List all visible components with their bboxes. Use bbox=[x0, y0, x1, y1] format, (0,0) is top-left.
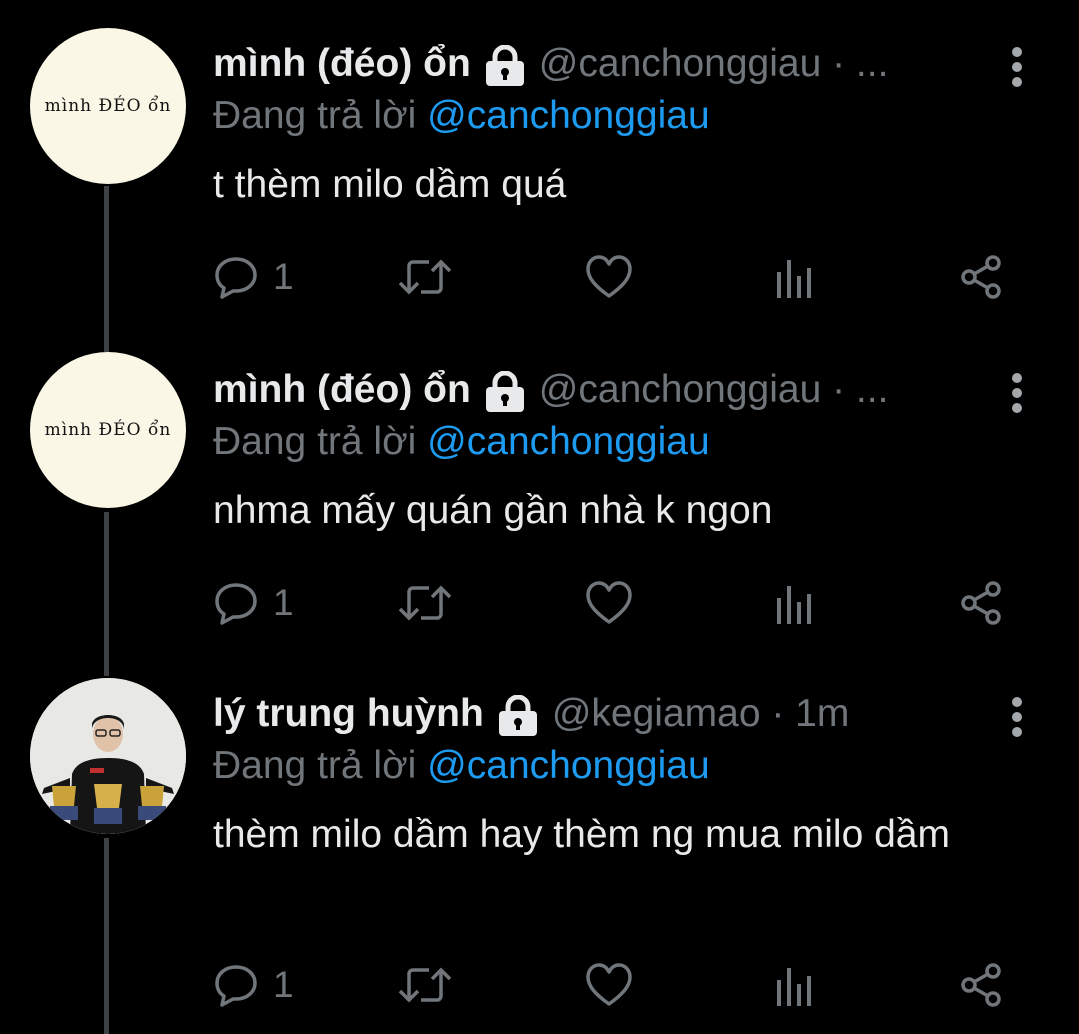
retweet-icon bbox=[398, 967, 452, 1003]
views-button[interactable] bbox=[775, 578, 815, 628]
replying-to: Đang trả lời @canchonggiau bbox=[213, 744, 710, 788]
tweet-text: thèm milo dầm hay thèm ng mua milo dầm bbox=[213, 813, 950, 856]
retweet-button[interactable] bbox=[397, 252, 453, 302]
mention-link[interactable]: @canchonggiau bbox=[427, 420, 709, 463]
action-bar: 1 bbox=[213, 252, 1033, 302]
tweet[interactable]: lý trung huỳnh @kegiamao · 1m Đang trả l… bbox=[0, 678, 1079, 1034]
share-icon bbox=[961, 963, 1001, 1007]
share-icon bbox=[961, 581, 1001, 625]
views-button[interactable] bbox=[775, 960, 815, 1010]
lock-icon bbox=[483, 44, 527, 87]
share-button[interactable] bbox=[959, 578, 1005, 628]
mention-link[interactable]: @canchonggiau bbox=[427, 94, 709, 137]
display-name[interactable]: lý trung huỳnh bbox=[213, 692, 484, 736]
reply-button[interactable]: 1 bbox=[213, 252, 294, 302]
avatar[interactable] bbox=[30, 678, 186, 834]
share-icon bbox=[961, 255, 1001, 299]
tweet-header: mình (đéo) ổn @canchonggiau · ... bbox=[213, 36, 888, 92]
share-button[interactable] bbox=[959, 960, 1005, 1010]
reply-count: 1 bbox=[273, 582, 294, 623]
like-button[interactable] bbox=[585, 960, 633, 1010]
reply-icon bbox=[215, 257, 257, 299]
like-button[interactable] bbox=[585, 252, 633, 302]
more-vertical-icon[interactable] bbox=[1002, 44, 1032, 94]
reply-icon bbox=[215, 583, 257, 625]
action-bar: 1 bbox=[213, 578, 1033, 628]
replying-to-label: Đang trả lời bbox=[213, 94, 417, 137]
display-name[interactable]: mình (đéo) ổn bbox=[213, 42, 471, 86]
heart-icon bbox=[586, 581, 632, 624]
reply-button[interactable]: 1 bbox=[213, 578, 294, 628]
retweet-icon bbox=[398, 259, 452, 295]
views-button[interactable] bbox=[775, 252, 815, 302]
tweet[interactable]: mình ĐÉO ổn mình (đéo) ổn @canchonggiau … bbox=[0, 28, 1079, 326]
tweet[interactable]: mình ĐÉO ổn mình (đéo) ổn @canchonggiau … bbox=[0, 352, 1079, 652]
heart-icon bbox=[586, 255, 632, 298]
tweet-text: nhma mấy quán gần nhà k ngon bbox=[213, 489, 773, 532]
bar-chart-icon bbox=[777, 586, 811, 624]
reply-button[interactable]: 1 bbox=[213, 960, 294, 1010]
display-name[interactable]: mình (đéo) ổn bbox=[213, 368, 471, 412]
bar-chart-icon bbox=[777, 968, 811, 1006]
action-bar: 1 bbox=[213, 960, 1033, 1010]
avatar-text: mình ĐÉO ổn bbox=[44, 96, 172, 116]
more-vertical-icon[interactable] bbox=[1002, 694, 1032, 744]
avatar[interactable]: mình ĐÉO ổn bbox=[30, 352, 186, 508]
retweet-button[interactable] bbox=[397, 578, 453, 628]
tweet-text: t thèm milo dầm quá bbox=[213, 163, 567, 206]
share-button[interactable] bbox=[959, 252, 1005, 302]
lock-icon bbox=[483, 370, 527, 413]
replying-to: Đang trả lời @canchonggiau bbox=[213, 94, 710, 138]
like-button[interactable] bbox=[585, 578, 633, 628]
handle-and-time[interactable]: @kegiamao · 1m bbox=[552, 692, 850, 736]
tweet-header: mình (đéo) ổn @canchonggiau · ... bbox=[213, 362, 888, 418]
avatar-photo bbox=[30, 678, 186, 834]
reply-count: 1 bbox=[273, 964, 294, 1005]
handle-and-time[interactable]: @canchonggiau · ... bbox=[539, 42, 889, 86]
tweet-header: lý trung huỳnh @kegiamao · 1m bbox=[213, 686, 849, 742]
avatar-text: mình ĐÉO ổn bbox=[44, 420, 172, 440]
bar-chart-icon bbox=[777, 260, 811, 298]
lock-icon bbox=[496, 694, 540, 737]
replying-to-label: Đang trả lời bbox=[213, 420, 417, 463]
mention-link[interactable]: @canchonggiau bbox=[427, 744, 709, 787]
replying-to: Đang trả lời @canchonggiau bbox=[213, 420, 710, 464]
more-vertical-icon[interactable] bbox=[1002, 370, 1032, 420]
handle-and-time[interactable]: @canchonggiau · ... bbox=[539, 368, 889, 412]
replying-to-label: Đang trả lời bbox=[213, 744, 417, 787]
reply-count: 1 bbox=[273, 256, 294, 297]
heart-icon bbox=[586, 963, 632, 1006]
avatar[interactable]: mình ĐÉO ổn bbox=[30, 28, 186, 184]
retweet-button[interactable] bbox=[397, 960, 453, 1010]
reply-icon bbox=[215, 965, 257, 1007]
retweet-icon bbox=[398, 585, 452, 621]
